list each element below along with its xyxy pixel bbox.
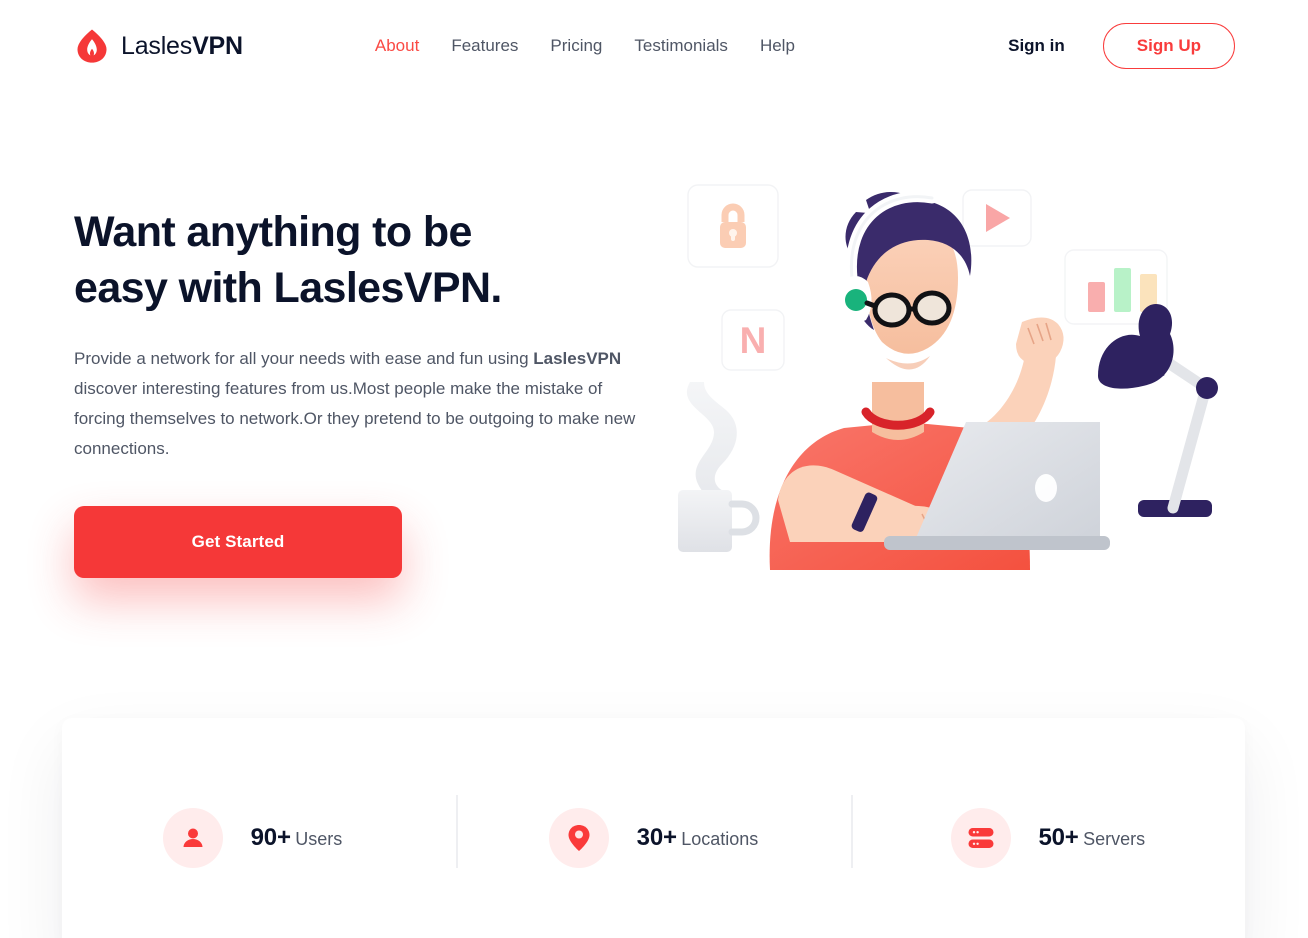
stat-locations: 30+ Locations <box>456 788 850 888</box>
stat-servers-label: Servers <box>1083 829 1146 849</box>
stat-locations-value: 30+ <box>636 824 677 851</box>
landing-page: LaslesVPN About Features Pricing Testimo… <box>0 0 1308 938</box>
hero-paragraph-part1: Provide a network for all your needs wit… <box>74 348 534 368</box>
lock-card <box>687 184 779 268</box>
hero-copy: Want anything to be easy with LaslesVPN.… <box>74 205 674 578</box>
pin-icon <box>548 808 609 868</box>
nav-item-about[interactable]: About <box>375 36 419 56</box>
page-title: Want anything to be easy with LaslesVPN. <box>74 205 674 317</box>
get-started-button[interactable]: Get Started <box>74 505 402 578</box>
stat-servers-text: 50+ Servers <box>1039 823 1146 853</box>
flame-drop-logo-icon <box>74 28 110 64</box>
stat-servers-value: 50+ <box>1038 824 1079 851</box>
stats-card: 90+ Users 30+ Locations 50+ Servers <box>62 718 1245 938</box>
hero-title-line2-prefix: easy with <box>74 263 274 312</box>
stat-users-text: 90+ Users <box>251 823 356 853</box>
cta-wrapper: Get Started <box>74 505 402 578</box>
hero-section: Want anything to be easy with LaslesVPN.… <box>0 150 1308 670</box>
sign-in-link[interactable]: Sign in <box>1008 36 1065 56</box>
sign-up-button[interactable]: Sign Up <box>1102 23 1235 69</box>
user-icon <box>162 808 223 868</box>
brand-name: LaslesVPN <box>121 32 243 61</box>
stat-locations-label: Locations <box>681 829 759 849</box>
main-navigation: About Features Pricing Testimonials Help <box>375 36 795 56</box>
stat-servers: 50+ Servers <box>850 788 1245 888</box>
stat-users-value: 90+ <box>250 824 291 851</box>
steam <box>686 382 737 497</box>
brand-logo-link[interactable]: LaslesVPN <box>74 28 243 64</box>
svg-text:N: N <box>740 320 767 361</box>
nav-item-testimonials[interactable]: Testimonials <box>634 36 728 56</box>
server-icon <box>950 808 1011 868</box>
hero-paragraph-brand: LaslesVPN <box>533 348 622 368</box>
stat-users-label: Users <box>295 829 343 849</box>
auth-actions: Sign in Sign Up <box>1008 23 1235 69</box>
brand-name-bold: VPN <box>192 31 243 60</box>
hand-raised <box>1016 317 1064 365</box>
nav-item-pricing[interactable]: Pricing <box>550 36 602 56</box>
nav-item-help[interactable]: Help <box>760 36 795 56</box>
hero-title-line1: Want anything to be <box>74 208 472 256</box>
netflix-card: N <box>721 309 785 371</box>
desk-lamp <box>1098 304 1218 517</box>
nav-item-features[interactable]: Features <box>451 36 518 56</box>
play-card <box>962 189 1032 247</box>
brand-name-light: Lasles <box>121 31 193 60</box>
hero-paragraph-part2: discover interesting features from us.Mo… <box>74 378 636 458</box>
hero-illustration: N <box>670 170 1250 570</box>
stat-locations-text: 30+ Locations <box>637 823 759 853</box>
stat-users: 90+ Users <box>62 788 456 888</box>
hero-title-brand: LaslesVPN. <box>273 263 503 312</box>
hero-paragraph: Provide a network for all your needs wit… <box>74 344 644 464</box>
site-header: LaslesVPN About Features Pricing Testimo… <box>0 0 1308 92</box>
